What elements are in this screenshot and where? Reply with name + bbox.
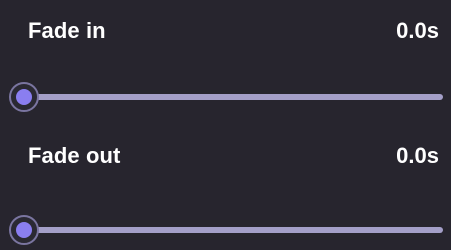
fade-in-slider[interactable] (0, 82, 451, 112)
fade-in-slider-thumb-dot (16, 89, 32, 105)
fade-in-slider-track[interactable] (24, 94, 443, 100)
fade-out-slider-track[interactable] (24, 227, 443, 233)
fade-out-label: Fade out (28, 143, 121, 168)
fade-in-control: Fade in 0.0s (0, 0, 451, 125)
fade-in-slider-thumb[interactable] (9, 82, 39, 112)
fade-out-control: Fade out 0.0s (0, 125, 451, 250)
fade-in-value: 0.0s (396, 18, 439, 43)
fade-out-slider-thumb-dot (16, 222, 32, 238)
fade-settings-panel: Fade in 0.0s Fade out 0.0s (0, 0, 451, 250)
fade-out-value: 0.0s (396, 143, 439, 168)
fade-in-label: Fade in (28, 18, 106, 43)
fade-out-slider-thumb[interactable] (9, 215, 39, 245)
fade-out-slider[interactable] (0, 215, 451, 245)
